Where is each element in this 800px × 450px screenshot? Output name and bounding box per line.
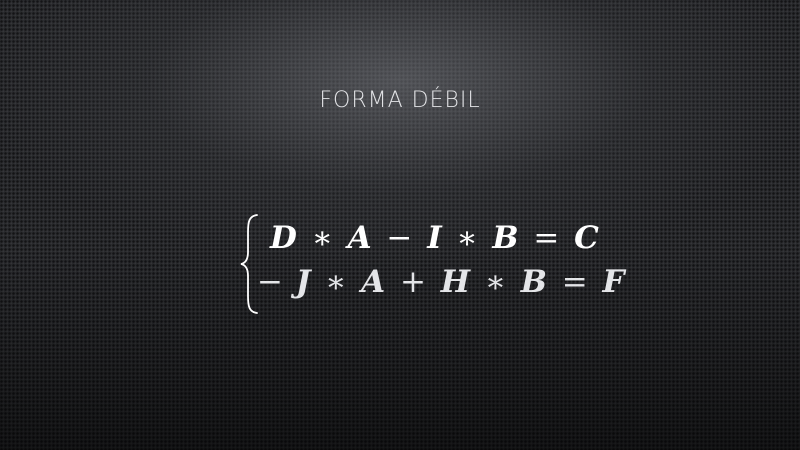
equation-operator: ∗ [456,220,478,256]
equation-operator: − [386,220,413,256]
slide: Forma débil D ∗ A − I ∗ B = C − J ∗ A + … [0,0,800,450]
equation-term: F [602,264,625,300]
equation-operator: = [561,264,588,300]
equation-term: A [361,264,386,300]
equation-row-2: − J ∗ A + H ∗ B = F [257,264,625,300]
equation-system: D ∗ A − I ∗ B = C − J ∗ A + H ∗ B = F [240,212,625,316]
equation-term: D [270,220,297,256]
equation-operator: ∗ [484,264,506,300]
equation-operator: ∗ [325,264,347,300]
equation-term: C [574,220,599,256]
equation-term: J [295,264,311,300]
equation-operator: = [533,220,560,256]
equation-term: B [520,264,547,300]
equation-operator: + [399,264,426,300]
equation-row-1: D ∗ A − I ∗ B = C [270,220,599,256]
equation-operator: − [257,264,283,300]
equation-operator: ∗ [311,220,333,256]
equation-term: I [427,220,442,256]
slide-title: Forma débil [319,88,481,113]
equation-term: B [492,220,519,256]
equation-term: H [440,264,471,300]
equation-term: A [347,220,372,256]
